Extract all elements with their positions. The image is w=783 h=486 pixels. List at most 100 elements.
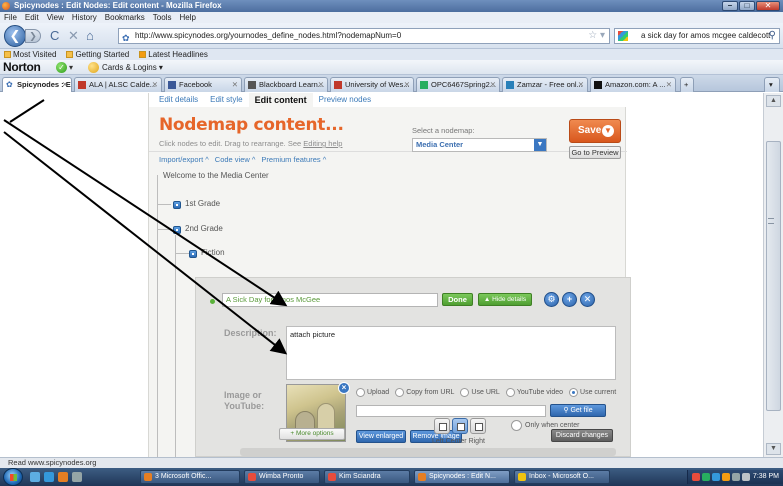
premium-features-link[interactable]: Premium features ^	[261, 155, 326, 164]
tab-ala[interactable]: ALA | ALSC Calde... ✕	[74, 77, 162, 92]
tree-node-root[interactable]: Welcome to the Media Center	[163, 171, 269, 180]
import-export-link[interactable]: Import/export ^	[159, 155, 209, 164]
task-microsoft-office[interactable]: 3 Microsoft Offic...	[140, 470, 240, 484]
back-button[interactable]: ❮	[4, 25, 26, 47]
scroll-down-icon[interactable]: ▼	[766, 443, 781, 455]
node-handle-icon[interactable]	[189, 250, 197, 258]
done-button[interactable]: Done	[442, 293, 473, 306]
bookmark-latest-headlines[interactable]: Latest Headlines	[139, 49, 208, 60]
stop-icon[interactable]: ✕	[68, 29, 79, 43]
tree-node-2nd-grade[interactable]: 2nd Grade	[173, 224, 223, 234]
file-path-input[interactable]	[356, 405, 546, 417]
radio-use-url[interactable]: Use URL	[460, 388, 500, 397]
tab-close-icon[interactable]: ✕	[152, 78, 158, 91]
url-bar[interactable]: ✿ http://www.spicynodes.org/yournodes_de…	[118, 28, 610, 44]
tab-close-icon[interactable]: ✕	[62, 78, 68, 91]
tab-preview-nodes[interactable]: Preview nodes	[313, 93, 377, 107]
tree-node-1st-grade[interactable]: 1st Grade	[173, 199, 220, 209]
code-view-link[interactable]: Code view ^	[215, 155, 256, 164]
task-inbox-outlook[interactable]: Inbox - Microsoft O...	[514, 470, 610, 484]
tab-zamzar[interactable]: Zamzar - Free onl... ✕	[502, 77, 588, 92]
hide-details-button[interactable]: ▲ Hide details	[478, 293, 532, 306]
menu-history[interactable]: History	[72, 12, 97, 23]
close-window-button[interactable]: ✕	[756, 1, 780, 11]
new-tab-button[interactable]: +	[680, 77, 694, 92]
align-right-icon[interactable]	[470, 418, 486, 434]
start-button[interactable]	[3, 468, 23, 486]
tab-university[interactable]: University of Wes... ✕	[330, 77, 414, 92]
bookmark-star-icon[interactable]: ☆ ▾	[588, 29, 605, 43]
clock[interactable]: 7:38 PM	[753, 470, 779, 484]
scroll-up-icon[interactable]: ▲	[766, 95, 781, 107]
volume-icon[interactable]	[742, 473, 750, 481]
network-icon[interactable]	[732, 473, 740, 481]
task-kim-sciandra[interactable]: Kim Sciandra	[324, 470, 410, 484]
cards-logins-button[interactable]: Cards & Logins ▾	[88, 60, 163, 75]
scrollbar-thumb[interactable]	[766, 141, 781, 411]
tab-close-icon[interactable]: ✕	[578, 78, 584, 91]
task-spicynodes[interactable]: Spicynodes : Edit N...	[414, 470, 510, 484]
explorer-icon[interactable]	[72, 472, 82, 482]
node-handle-icon[interactable]	[173, 201, 181, 209]
tab-close-icon[interactable]: ✕	[666, 78, 672, 91]
bookmark-most-visited[interactable]: Most Visited	[4, 49, 56, 60]
tab-close-icon[interactable]: ✕	[404, 78, 410, 91]
bookmark-getting-started[interactable]: Getting Started	[66, 49, 129, 60]
search-bar[interactable]: a sick day for amos mcgee caldecott ⚲	[614, 28, 780, 44]
align-center-icon[interactable]	[452, 418, 468, 434]
menu-help[interactable]: Help	[179, 12, 195, 23]
tab-blackboard[interactable]: Blackboard Learn... ✕	[244, 77, 328, 92]
ie-icon[interactable]	[44, 472, 54, 482]
tray-app-icon[interactable]	[712, 473, 720, 481]
tree-node-fiction[interactable]: Fiction	[189, 248, 225, 258]
home-icon[interactable]: ⌂	[86, 29, 94, 43]
tab-close-icon[interactable]: ✕	[490, 78, 496, 91]
tab-opc[interactable]: OPC6467Spring2... ✕	[416, 77, 500, 92]
maximize-button[interactable]: □	[739, 1, 755, 11]
settings-icon[interactable]: ⚙	[544, 292, 559, 307]
menu-view[interactable]: View	[47, 12, 64, 23]
tray-app-icon[interactable]	[722, 473, 730, 481]
norton-check-icon[interactable]: ✓	[56, 62, 67, 73]
tab-edit-style[interactable]: Edit style	[204, 93, 248, 107]
nodemap-select[interactable]: Media Center ▼	[412, 138, 547, 152]
get-file-button[interactable]: ⚲ Get file	[550, 404, 606, 417]
description-textarea[interactable]: attach picture	[286, 326, 616, 380]
forward-button[interactable]: ❯	[25, 29, 41, 43]
tab-close-icon[interactable]: ✕	[318, 78, 324, 91]
delete-node-icon[interactable]: ✕	[580, 292, 595, 307]
menu-edit[interactable]: Edit	[25, 12, 39, 23]
radio-youtube-video[interactable]: YouTube video	[505, 388, 563, 397]
tab-spicynodes[interactable]: ✿ Spicynodes : Edi...✕	[2, 77, 72, 92]
tab-list-button[interactable]: ▾	[764, 77, 780, 92]
tray-app-icon[interactable]	[692, 473, 700, 481]
norton-dropdown-icon[interactable]: ▾	[69, 60, 73, 75]
more-options-button[interactable]: + More options	[279, 428, 345, 440]
remove-thumbnail-icon[interactable]: ×	[338, 382, 350, 394]
tab-edit-details[interactable]: Edit details	[153, 93, 204, 107]
tab-facebook[interactable]: Facebook ✕	[164, 77, 242, 92]
node-handle-icon[interactable]	[173, 226, 181, 234]
node-title-input[interactable]: A Sick Day for Amos McGee	[222, 293, 438, 307]
radio-copy-from-url[interactable]: Copy from URL	[395, 388, 454, 397]
firefox-quicklaunch-icon[interactable]	[58, 472, 68, 482]
tab-close-icon[interactable]: ✕	[232, 78, 238, 91]
tray-app-icon[interactable]	[702, 473, 710, 481]
page-scrollbar[interactable]: ▲ ▼	[763, 93, 783, 457]
task-wimba-pronto[interactable]: Wimba Pronto	[244, 470, 320, 484]
show-desktop-icon[interactable]	[30, 472, 40, 482]
save-button[interactable]: Save ▼	[569, 119, 621, 143]
view-enlarged-button[interactable]: View enlarged	[356, 430, 406, 443]
tab-edit-content[interactable]: Edit content	[248, 93, 313, 107]
menu-tools[interactable]: Tools	[153, 12, 172, 23]
radio-use-current[interactable]: Use current	[569, 388, 616, 397]
minimize-button[interactable]: –	[722, 1, 738, 11]
menu-bookmarks[interactable]: Bookmarks	[105, 12, 145, 23]
search-engine-icon[interactable]	[618, 31, 628, 41]
tab-amazon[interactable]: Amazon.com: A ... ✕	[590, 77, 676, 92]
add-node-icon[interactable]: +	[562, 292, 577, 307]
discard-changes-button[interactable]: Discard changes	[551, 429, 613, 442]
go-to-preview-button[interactable]: Go to Preview	[569, 146, 621, 159]
editing-help-link[interactable]: Editing help	[303, 139, 342, 148]
reload-icon[interactable]: C	[50, 29, 59, 43]
